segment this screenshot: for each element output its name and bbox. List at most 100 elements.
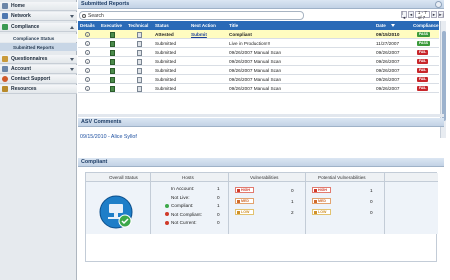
last-page-button[interactable]: ►| [438, 11, 444, 18]
account-icon [2, 66, 8, 72]
executive-report-icon[interactable] [110, 76, 115, 83]
panel-title: Compliant [81, 159, 108, 165]
severity-value: 0 [370, 209, 373, 215]
col-details[interactable]: Details [80, 23, 95, 28]
info-icon[interactable]: i [85, 50, 90, 55]
col-executive[interactable]: Executive [101, 23, 122, 28]
table-row[interactable]: i Submitted 09/26/2007 Manual Scan 09/26/20… [78, 75, 439, 84]
summary-body: In Account: 1 Not Live: 0 Compliant: 1 Not Com… [86, 173, 438, 234]
info-icon[interactable]: i [85, 59, 90, 64]
panel-title: ASV Comments [81, 119, 122, 125]
nav-home[interactable]: Home [0, 2, 77, 11]
severity-label: MED [318, 199, 326, 203]
nav-contact-support[interactable]: Contact Support [0, 75, 77, 84]
severity-label: HIGH [318, 188, 327, 192]
severity-value: 2 [291, 209, 294, 215]
search-input[interactable]: Search [79, 11, 304, 20]
technical-report-icon[interactable] [137, 85, 142, 92]
info-icon[interactable]: i [85, 41, 90, 46]
info-icon[interactable]: i [85, 32, 90, 37]
panel-resize-handle[interactable] [78, 114, 444, 117]
nav-label: Compliance [11, 24, 40, 30]
table-row[interactable]: i Submitted Live in Production!!! 11/27/200… [78, 39, 439, 48]
nav-questionnaires[interactable]: Questionnaires [0, 55, 77, 64]
severity-badge: MED [235, 198, 254, 204]
severity-value: 1 [291, 198, 294, 204]
date-cell: 11/27/2007 [376, 41, 400, 46]
info-icon[interactable]: i [85, 68, 90, 73]
date-cell: 09/26/2007 [376, 68, 400, 73]
main-content: Submitted Reports Search |◄ ◄ 1 - 7 of 7… [78, 0, 450, 280]
severity-label: LOW [241, 210, 250, 214]
technical-report-icon[interactable] [137, 31, 142, 38]
severity-badge: MED [312, 198, 331, 204]
subnav-compliance-status[interactable]: Compliance Status [0, 34, 77, 42]
compliance-badge: PASS [417, 41, 430, 46]
scrollbar-thumb[interactable] [442, 31, 446, 121]
table-row[interactable]: i Submitted 09/26/2007 Manual Scan 09/26/20… [78, 48, 439, 57]
technical-report-icon[interactable] [137, 76, 142, 83]
status-cell: Submitted [155, 59, 177, 64]
col-title[interactable]: Title [229, 23, 238, 28]
next-action-link[interactable]: Submit [191, 32, 207, 37]
chevron-down-icon [70, 68, 74, 71]
status-cell: Submitted [155, 77, 177, 82]
col-date[interactable]: Date [376, 23, 386, 28]
table-row[interactable]: i Attested Submit Compliant 09/15/2010 PASS [78, 30, 439, 39]
chevron-down-icon [70, 58, 74, 61]
nav-compliance[interactable]: Compliance [0, 23, 77, 32]
col-next-action[interactable]: Next Action [191, 23, 216, 28]
col-status[interactable]: Status [155, 23, 169, 28]
nav-network[interactable]: Network [0, 12, 77, 21]
nav-label: Contact Support [11, 76, 51, 82]
title-cell: 09/26/2007 Manual Scan [229, 50, 282, 55]
host-stat-value: 0 [217, 211, 220, 217]
nav-label: Resources [11, 86, 37, 92]
status-cell: Submitted [155, 41, 177, 46]
divider [228, 173, 229, 234]
reports-table: Details Executive Technical Status Next … [78, 21, 439, 93]
first-page-button[interactable]: |◄ [401, 10, 407, 20]
page-select[interactable]: 1 - 7 of 7 [414, 10, 431, 20]
status-dot-icon [165, 212, 169, 217]
executive-report-icon[interactable] [110, 58, 115, 65]
compliance-icon [2, 24, 8, 30]
pager: |◄ ◄ 1 - 7 of 7 ► ►| [401, 10, 444, 20]
table-header: Details Executive Technical Status Next … [78, 21, 439, 30]
table-row[interactable]: i Submitted 09/26/2007 Manual Scan 09/26/20… [78, 57, 439, 66]
next-page-button[interactable]: ► [431, 11, 437, 18]
compliance-badge: FAIL [417, 50, 429, 55]
executive-report-icon[interactable] [110, 31, 115, 38]
subnav-submitted-reports[interactable]: Submitted Reports [0, 43, 77, 51]
technical-report-icon[interactable] [137, 58, 142, 65]
status-cell: Submitted [155, 50, 177, 55]
status-dot-icon [165, 203, 169, 208]
executive-report-icon[interactable] [110, 49, 115, 56]
executive-report-icon[interactable] [110, 67, 115, 74]
severity-value: 1 [370, 187, 373, 193]
search-bar: Search |◄ ◄ 1 - 7 of 7 ► ►| [78, 10, 444, 20]
technical-report-icon[interactable] [137, 49, 142, 56]
technical-report-icon[interactable] [137, 40, 142, 47]
table-row[interactable]: i Submitted 09/26/2007 Manual Scan 09/26/20… [78, 66, 439, 75]
subnav-label: Submitted Reports [13, 44, 55, 50]
col-technical[interactable]: Technical [128, 23, 148, 28]
info-icon[interactable]: i [85, 77, 90, 82]
table-row[interactable]: i Submitted 09/26/2007 Manual Scan 09/26/20… [78, 84, 439, 93]
executive-report-icon[interactable] [110, 40, 115, 47]
nav-resources[interactable]: Resources [0, 85, 77, 94]
title-cell: 09/26/2007 Manual Scan [229, 59, 282, 64]
prev-page-button[interactable]: ◄ [407, 11, 414, 18]
technical-report-icon[interactable] [137, 67, 142, 74]
col-compliance[interactable]: Compliance [413, 23, 439, 28]
severity-square-icon [237, 210, 240, 214]
date-cell: 09/26/2007 [376, 59, 400, 64]
severity-square-icon [237, 188, 240, 192]
nav-account[interactable]: Account [0, 65, 77, 74]
severity-square-icon [314, 210, 317, 214]
title-cell: Live in Production!!! [229, 41, 271, 46]
executive-report-icon[interactable] [110, 85, 115, 92]
severity-badge: LOW [235, 209, 254, 215]
info-icon[interactable]: i [85, 86, 90, 91]
collapse-icon[interactable] [435, 1, 442, 8]
